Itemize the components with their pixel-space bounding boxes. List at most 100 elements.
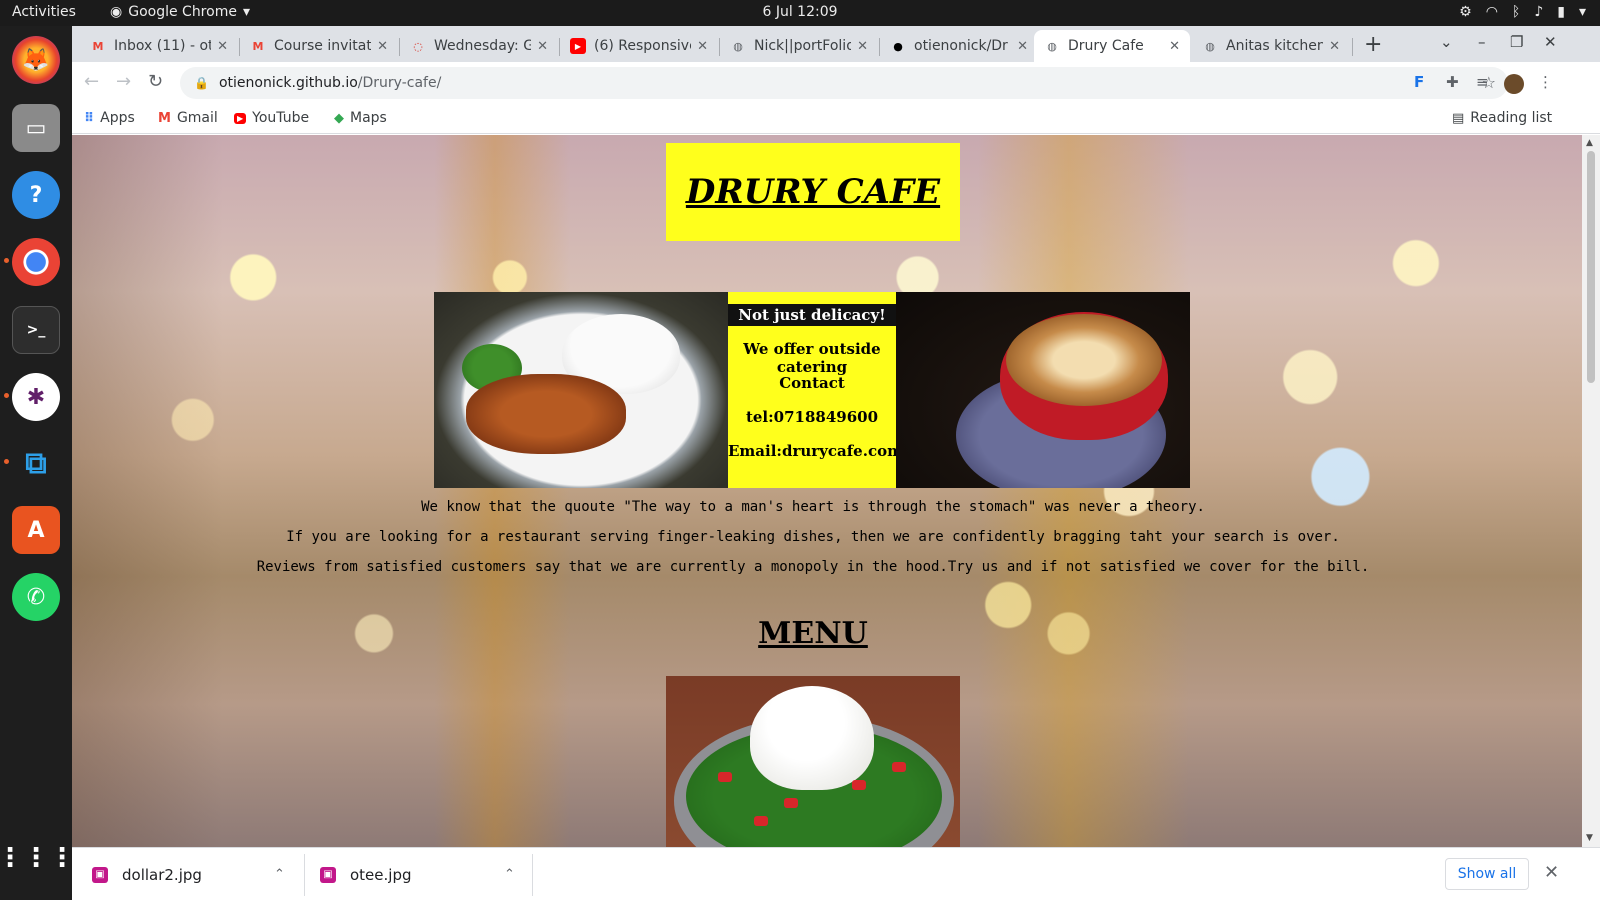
close-icon[interactable]: ✕ [1017, 39, 1028, 54]
close-icon[interactable]: ✕ [1329, 39, 1340, 54]
system-top-bar: Activities ◉ Google Chrome ▾ 6 Jul 12:09… [0, 0, 1600, 26]
window-close-icon[interactable]: ✕ [1544, 33, 1557, 51]
tab-search-icon[interactable]: ⌄ [1440, 33, 1453, 51]
restore-icon[interactable]: ❐ [1510, 33, 1523, 51]
ugali-photo [666, 676, 960, 847]
close-icon[interactable]: ✕ [537, 39, 548, 54]
running-indicator [4, 258, 9, 263]
image-file-icon: ▣ [92, 866, 108, 883]
wifi-icon[interactable]: ◠ [1486, 4, 1498, 20]
page-viewport[interactable]: DRURY CAFE Not just delicacy! We offer o… [72, 135, 1582, 847]
whatsapp-icon[interactable]: ✆ [12, 573, 60, 621]
forward-icon[interactable]: → [116, 71, 131, 92]
back-icon[interactable]: ← [84, 71, 99, 92]
tab-drury-cafe[interactable]: ◍ Drury Cafe ✕ [1034, 30, 1190, 62]
gmail-icon: M [252, 39, 264, 53]
firefox-icon[interactable]: 🦊 [12, 36, 60, 84]
help-icon[interactable]: ? [12, 171, 60, 219]
avatar[interactable] [1504, 74, 1524, 94]
dock: 🦊 ▭ ? >_ ✱ ⧉ A ✆ ⋮⋮⋮ [0, 26, 75, 900]
loading-icon: ◌ [413, 39, 423, 53]
gmail-icon: M [92, 39, 104, 53]
extension-icon[interactable]: F [1414, 73, 1424, 91]
close-icon[interactable]: ✕ [697, 39, 708, 54]
tab-github-repo[interactable]: ● otienonick/Dr ✕ [880, 30, 1038, 62]
show-apps-icon[interactable]: ⋮⋮⋮ [0, 834, 75, 882]
kebab-menu-icon[interactable]: ⋮ [1538, 73, 1553, 91]
address-bar[interactable]: 🔒 otienonick.github.io/Drury-cafe/ ☆ [180, 67, 1508, 99]
new-tab-button[interactable]: + [1364, 32, 1382, 57]
download-item[interactable]: ▣ otee.jpg ⌃ [320, 848, 530, 900]
tab-portfolio[interactable]: ◍ Nick||portFolio ✕ [720, 30, 878, 62]
running-indicator [4, 393, 9, 398]
app-menu[interactable]: ◉ Google Chrome ▾ [110, 4, 250, 20]
battery-icon[interactable]: ▮ [1557, 4, 1565, 20]
running-indicator [4, 459, 9, 464]
tab-inbox[interactable]: M Inbox (11) - oti ✕ [80, 30, 238, 62]
activities-button[interactable]: Activities [12, 4, 76, 20]
terminal-icon[interactable]: >_ [12, 306, 60, 354]
files-icon[interactable]: ▭ [12, 104, 60, 152]
chrome-icon[interactable] [12, 238, 60, 286]
tab-anitas-kitchen[interactable]: ◍ Anitas kitchen ✕ [1192, 30, 1350, 62]
minimize-icon[interactable]: – [1478, 33, 1486, 51]
photo-detail [1006, 314, 1162, 406]
media-control-icon[interactable]: ≡ [1476, 73, 1489, 91]
close-icon[interactable]: ✕ [217, 39, 228, 54]
bluetooth-icon[interactable]: ᛒ [1512, 4, 1520, 20]
close-icon[interactable]: ✕ [1169, 39, 1180, 54]
bookmark-label: Gmail [176, 110, 218, 126]
photo-detail [718, 772, 732, 782]
extensions-puzzle-icon[interactable]: ✚ [1446, 73, 1459, 91]
bookmark-label: Apps [100, 110, 135, 126]
lock-icon[interactable]: 🔒 [194, 76, 209, 90]
gmail-icon: M [158, 110, 171, 126]
scroll-down-icon[interactable]: ▼ [1586, 833, 1593, 843]
close-icon[interactable]: ✕ [857, 39, 868, 54]
chrome-window: M Inbox (11) - oti ✕ M Course invitati ✕… [72, 26, 1600, 900]
bookmark-apps[interactable]: ⠿ Apps [84, 110, 135, 126]
close-icon[interactable]: ✕ [377, 39, 388, 54]
github-icon: ● [893, 39, 903, 53]
tab-title: (6) Responsive [594, 38, 692, 54]
scroll-thumb[interactable] [1587, 151, 1595, 383]
network-icon[interactable]: ⚙ [1459, 4, 1472, 20]
power-menu-icon[interactable]: ▾ [1579, 4, 1586, 20]
tab-title: Nick||portFolio [754, 38, 852, 54]
page-scrollbar[interactable]: ▲ ▼ [1582, 135, 1600, 847]
vscode-icon[interactable]: ⧉ [12, 439, 60, 487]
tab-title: Inbox (11) - oti [114, 38, 212, 54]
bookmark-gmail[interactable]: M Gmail [158, 110, 218, 126]
scroll-up-icon[interactable]: ▲ [1586, 138, 1593, 148]
app-menu-label: Google Chrome [128, 4, 237, 20]
reading-list-icon: ▤ [1452, 110, 1465, 126]
reading-list-button[interactable]: ▤ Reading list [1452, 110, 1552, 126]
tab-title: Drury Cafe [1068, 38, 1144, 54]
system-tray[interactable]: ⚙ ◠ ᛒ ♪ ▮ ▾ [1459, 4, 1586, 20]
chevron-up-icon[interactable]: ⌃ [274, 867, 285, 882]
bookmark-youtube[interactable]: ▶ YouTube [234, 110, 309, 126]
tab-title: Anitas kitchen [1226, 38, 1324, 54]
close-icon[interactable]: ✕ [1544, 862, 1559, 883]
reload-icon[interactable]: ↻ [148, 71, 163, 92]
youtube-icon: ▶ [234, 112, 247, 124]
tab-strip: M Inbox (11) - oti ✕ M Course invitati ✕… [72, 26, 1600, 62]
slack-icon[interactable]: ✱ [12, 373, 60, 421]
photo-detail [784, 798, 798, 808]
contact-heading: Contact [779, 374, 845, 392]
volume-icon[interactable]: ♪ [1534, 4, 1543, 20]
download-item[interactable]: ▣ dollar2.jpg ⌃ [92, 848, 302, 900]
tab-course-invitation[interactable]: M Course invitati ✕ [240, 30, 398, 62]
catering-text: We offer outside catering [743, 340, 881, 376]
clock[interactable]: 6 Jul 12:09 [762, 4, 837, 20]
menu-heading: MENU [758, 616, 868, 651]
hero-section: Not just delicacy! We offer outside cate… [434, 292, 1190, 488]
meal-photo [434, 292, 728, 488]
software-icon[interactable]: A [12, 506, 60, 554]
photo-detail [754, 816, 768, 826]
show-all-button[interactable]: Show all [1445, 858, 1529, 890]
tab-wednesday[interactable]: ◌ Wednesday: G ✕ [400, 30, 558, 62]
tab-responsive[interactable]: ▶ (6) Responsive ✕ [560, 30, 718, 62]
chevron-up-icon[interactable]: ⌃ [504, 867, 515, 882]
bookmark-maps[interactable]: ◆ Maps [334, 110, 387, 126]
